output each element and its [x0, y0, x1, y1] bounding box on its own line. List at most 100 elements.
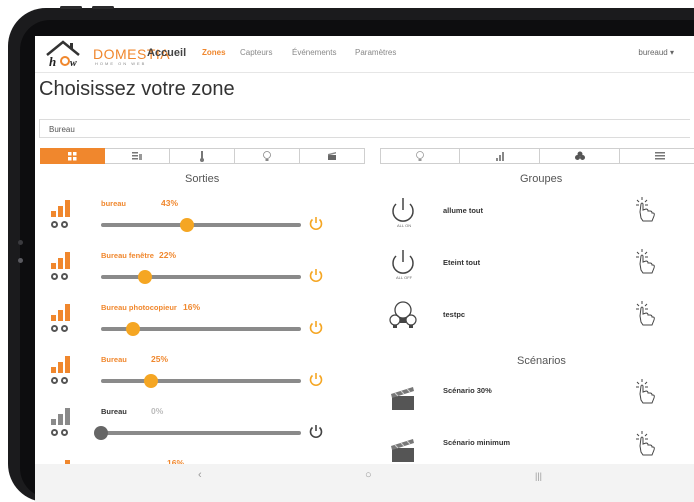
cluster-icon	[574, 151, 585, 160]
group-row[interactable]: testpc	[380, 300, 694, 350]
signal-bars-icon	[51, 303, 73, 321]
nav-evenements[interactable]: Événements	[292, 48, 336, 57]
slider-handle[interactable]	[180, 218, 194, 232]
power-icon[interactable]	[308, 319, 324, 335]
output-percent: 43%	[161, 198, 179, 208]
dimmer-slider[interactable]	[94, 426, 301, 440]
brand-tagline: HOME ON WEB	[95, 61, 147, 66]
tap-hand-icon[interactable]	[634, 378, 656, 404]
nav-zones[interactable]: Zones	[202, 48, 226, 57]
bulb-outline-icon	[416, 150, 424, 161]
camera-dot	[18, 240, 23, 245]
output-label: Bureau	[101, 407, 127, 416]
house-logo-icon[interactable]: h w	[43, 39, 91, 69]
tab-all[interactable]	[40, 148, 105, 164]
home-button[interactable]: ○	[365, 469, 372, 481]
tab-heating[interactable]	[170, 148, 235, 164]
dimmer-slider[interactable]	[101, 322, 301, 336]
dimmer-slider[interactable]	[101, 218, 301, 232]
sensor-dot	[18, 258, 23, 263]
power-icon[interactable]	[308, 423, 324, 439]
group-label: testpc	[443, 310, 466, 319]
slider-handle[interactable]	[94, 426, 108, 440]
clapperboard-icon	[391, 387, 414, 410]
dimmer-slider[interactable]	[101, 374, 301, 388]
group-row[interactable]: ALL OFF Eteint tout	[380, 248, 694, 298]
scenario-row[interactable]: Scénario 30%	[380, 378, 694, 428]
output-label: Bureau fenêtre	[101, 251, 154, 260]
nav-accueil[interactable]: Accueil	[147, 47, 186, 59]
status-dots-icon	[51, 429, 68, 436]
section-groupes: Groupes	[520, 173, 563, 185]
scenario-label: Scénario minimum	[443, 438, 511, 447]
svg-text:h: h	[49, 54, 56, 69]
power-icon[interactable]	[308, 215, 324, 231]
output-row: Bureau photocopieur 16%	[35, 302, 335, 355]
slider-handle[interactable]	[126, 322, 140, 336]
power-icon[interactable]	[308, 267, 324, 283]
section-sorties: Sorties	[185, 173, 220, 185]
status-dots-icon	[51, 377, 68, 384]
signal-bars-icon	[51, 251, 73, 269]
status-dots-icon	[51, 221, 68, 228]
tab-lights[interactable]	[235, 148, 300, 164]
page-title: Choisissez votre zone	[39, 78, 235, 100]
nav-capteurs[interactable]: Capteurs	[240, 48, 272, 57]
bulb-icon	[263, 150, 271, 161]
zone-select[interactable]: Bureau	[39, 119, 690, 138]
tap-hand-icon[interactable]	[634, 300, 656, 326]
tab-shutters[interactable]	[105, 148, 170, 164]
tab-group-list[interactable]	[620, 148, 694, 164]
output-percent: 22%	[159, 250, 177, 260]
tab-group-lights[interactable]	[380, 148, 460, 164]
app-screen: h w DOMESTIA HOME ON WEB Accueil Zones C…	[35, 36, 694, 466]
svg-text:w: w	[70, 58, 77, 69]
output-row: Bureau fenêtre 22%	[35, 250, 335, 303]
output-type-tabs	[40, 148, 365, 164]
output-percent: 0%	[151, 406, 164, 416]
signal-bars-icon	[51, 407, 73, 425]
scenario-row[interactable]: Scénario minimum	[380, 430, 694, 466]
slider-handle[interactable]	[144, 374, 158, 388]
all-on-caption: ALL ON	[397, 223, 411, 228]
bar-chart-icon	[495, 151, 504, 161]
back-button[interactable]: ‹	[198, 469, 202, 481]
recents-button[interactable]: |||	[535, 471, 542, 481]
output-row: Bureau 0%	[35, 406, 335, 459]
bulbs-icon	[389, 301, 417, 328]
slider-handle[interactable]	[138, 270, 152, 284]
signal-bars-icon	[51, 355, 73, 373]
shutter-icon	[132, 152, 142, 160]
scenario-label: Scénario 30%	[443, 386, 492, 395]
tab-group-clubs[interactable]	[540, 148, 620, 164]
tap-hand-icon[interactable]	[634, 430, 656, 456]
all-on-icon: ALL ON	[392, 198, 414, 228]
user-menu[interactable]: bureaud ▾	[638, 48, 674, 57]
all-off-icon: ALL OFF	[392, 250, 414, 280]
signal-bars-icon	[51, 199, 73, 217]
tab-group-stats[interactable]	[460, 148, 540, 164]
output-percent: 25%	[151, 354, 169, 364]
clapperboard-small-icon	[328, 152, 336, 160]
tap-hand-icon[interactable]	[634, 248, 656, 274]
thermometer-icon	[200, 150, 204, 162]
power-icon[interactable]	[308, 371, 324, 387]
output-label: bureau	[101, 199, 127, 208]
output-row: bureau 43%	[35, 198, 335, 251]
nav-parametres[interactable]: Paramètres	[355, 48, 396, 57]
group-row[interactable]: ALL ON allume tout	[380, 196, 694, 246]
grid-icon	[68, 151, 77, 160]
output-label: Bureau	[101, 355, 127, 364]
output-label: Bureau photocopieur	[101, 303, 177, 312]
section-scenarios: Scénarios	[517, 355, 566, 367]
tap-hand-icon[interactable]	[634, 196, 656, 222]
system-nav-bar: ‹ ○ |||	[35, 464, 694, 502]
top-navbar: h w DOMESTIA HOME ON WEB Accueil Zones C…	[35, 36, 694, 73]
list-icon	[654, 152, 665, 160]
power-button-hw	[92, 6, 114, 9]
dimmer-slider[interactable]	[101, 270, 301, 284]
tab-scenes[interactable]	[300, 148, 365, 164]
group-label: Eteint tout	[443, 258, 481, 267]
clapperboard-icon	[391, 439, 414, 462]
group-label: allume tout	[443, 206, 484, 215]
